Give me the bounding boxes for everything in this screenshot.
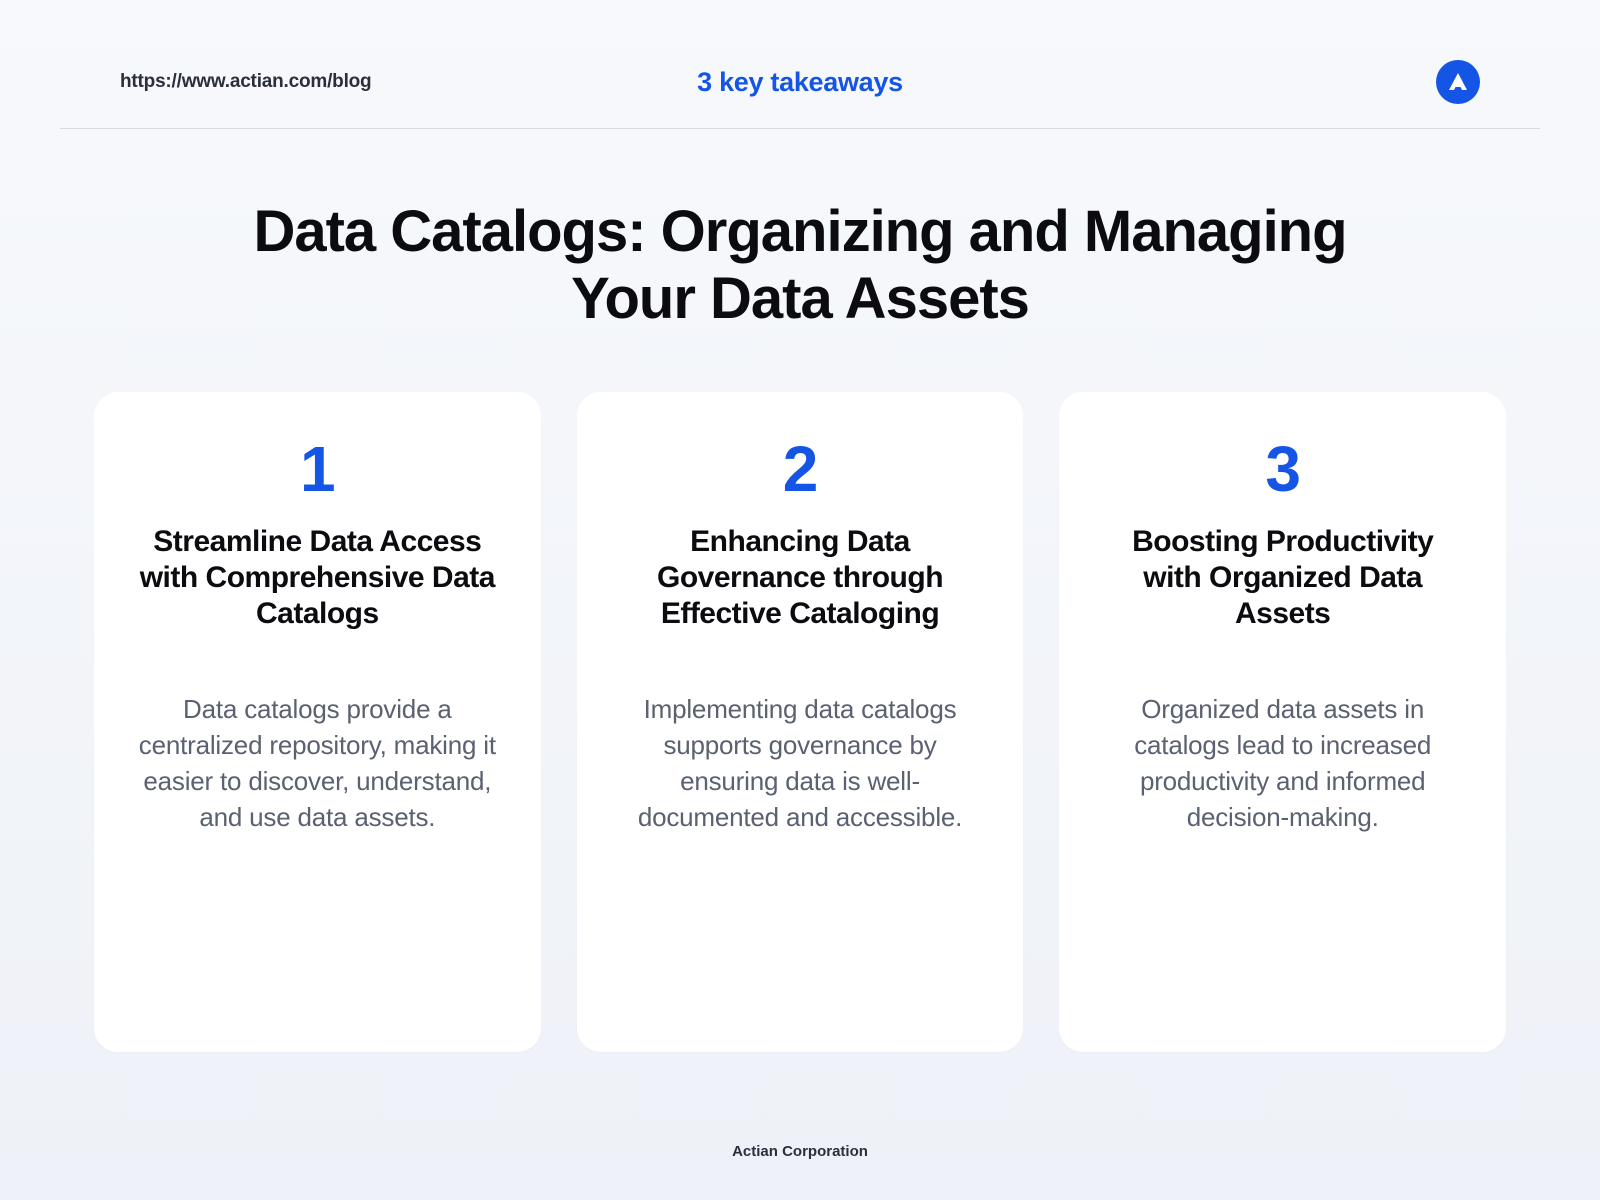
takeaway-card: 3 Boosting Productivity with Organized D… <box>1059 392 1506 1052</box>
card-title: Boosting Productivity with Organized Dat… <box>1099 524 1466 632</box>
card-number: 2 <box>617 432 984 506</box>
takeaway-card: 2 Enhancing Data Governance through Effe… <box>577 392 1024 1052</box>
page-tag: 3 key takeaways <box>697 67 903 98</box>
card-number: 1 <box>134 432 501 506</box>
card-body: Organized data assets in catalogs lead t… <box>1099 692 1466 836</box>
takeaway-card: 1 Streamline Data Access with Comprehens… <box>94 392 541 1052</box>
card-title: Streamline Data Access with Comprehensiv… <box>134 524 501 632</box>
page-title: Data Catalogs: Organizing and Managing Y… <box>200 199 1400 332</box>
header: https://www.actian.com/blog 3 key takeaw… <box>60 0 1540 129</box>
brand-logo <box>1436 60 1480 104</box>
card-title: Enhancing Data Governance through Effect… <box>617 524 984 632</box>
card-body: Data catalogs provide a centralized repo… <box>134 692 501 836</box>
cards-row: 1 Streamline Data Access with Comprehens… <box>0 332 1600 1052</box>
mountain-icon <box>1446 70 1470 94</box>
source-url: https://www.actian.com/blog <box>120 71 371 93</box>
card-body: Implementing data catalogs supports gove… <box>617 692 984 836</box>
card-number: 3 <box>1099 432 1466 506</box>
footer-attribution: Actian Corporation <box>0 1143 1600 1160</box>
